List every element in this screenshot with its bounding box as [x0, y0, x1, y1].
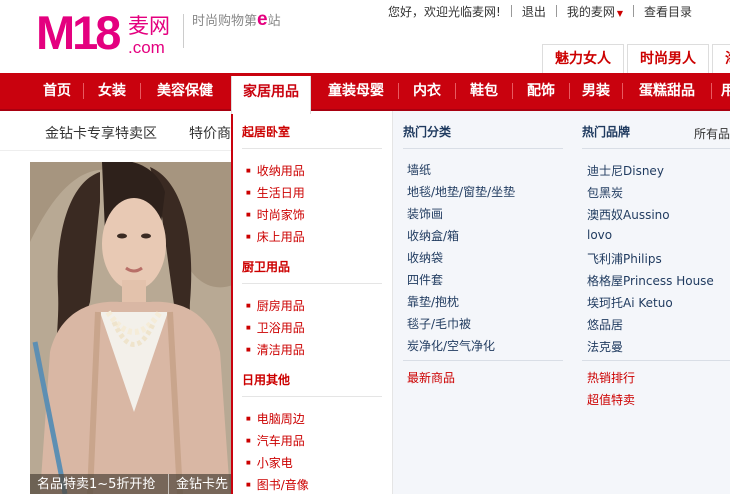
- logo-chinese: 麦网: [128, 14, 170, 38]
- banner-caption-sale[interactable]: 名品特卖1~5折开抢: [37, 473, 155, 492]
- subnav-special-price[interactable]: 特价商: [189, 123, 231, 143]
- hot-category-link[interactable]: 四件套: [407, 271, 443, 288]
- nav-item-more[interactable]: 用: [712, 73, 730, 109]
- site-logo[interactable]: M18 麦网 .com: [36, 8, 176, 60]
- my-m18-label: 我的麦网: [566, 4, 615, 19]
- brand-link[interactable]: 格格屋Princess House: [587, 272, 714, 289]
- hot-category-link[interactable]: 炭净化/空气净化: [407, 337, 495, 354]
- column-rule: [403, 148, 563, 149]
- top-utility-bar: 您好，欢迎光临麦网! 退出 我的麦网 ▼ 查看目录: [388, 3, 692, 19]
- slogan-e: e: [257, 9, 268, 30]
- main-nav: 首页 女装 美容保健 家居用品 童装母婴 内衣 鞋包 配饰 男装 蛋糕甜品 用: [0, 73, 730, 114]
- subnav-gold-card-sale[interactable]: 金钻卡专享特卖区: [45, 123, 157, 143]
- hot-category-link[interactable]: 装饰画: [407, 205, 443, 222]
- nav-item-cakes-desserts[interactable]: 蛋糕甜品: [623, 73, 711, 109]
- nav-item-menswear[interactable]: 男装: [570, 73, 622, 109]
- column-rule: [403, 360, 563, 361]
- category-link[interactable]: 汽车用品: [246, 432, 305, 449]
- nav-item-kids-baby[interactable]: 童装母婴: [314, 73, 398, 109]
- nav-item-accessories[interactable]: 配饰: [513, 73, 569, 109]
- logout-link[interactable]: 退出: [522, 3, 546, 20]
- brand-link[interactable]: 法克曼: [587, 338, 623, 355]
- best-sellers-link[interactable]: 热销排行: [587, 369, 635, 386]
- category-link[interactable]: 厨房用品: [246, 297, 305, 314]
- gender-tabs: 魅力女人 时尚男人 海: [542, 44, 730, 73]
- banner-caption-gold-card[interactable]: 金钻卡先: [176, 473, 228, 492]
- nav-item-underwear[interactable]: 内衣: [399, 73, 455, 109]
- new-products-link[interactable]: 最新商品: [407, 369, 455, 386]
- category-link[interactable]: 电脑周边: [246, 410, 305, 427]
- nav-item-home-goods[interactable]: 家居用品: [231, 76, 311, 114]
- logo-domain: .com: [128, 38, 165, 57]
- nav-item-womens-clothing[interactable]: 女装: [84, 73, 140, 109]
- catalog-link[interactable]: 查看目录: [644, 3, 692, 20]
- category-link[interactable]: 小家电: [246, 454, 293, 471]
- value-deals-link[interactable]: 超值特卖: [587, 391, 635, 408]
- logo-divider: [183, 14, 184, 48]
- category-link[interactable]: 时尚家饰: [246, 206, 305, 223]
- divider: [510, 5, 512, 17]
- category-link[interactable]: 生活日用: [246, 184, 305, 201]
- brand-link[interactable]: 迪士尼Disney: [587, 162, 664, 179]
- tab-overseas[interactable]: 海: [712, 44, 730, 73]
- home-goods-dropdown: 起居卧室 收纳用品 生活日用 时尚家饰 床上用品 厨卫用品 厨房用品 卫浴用品 …: [231, 111, 730, 494]
- nav-item-beauty-health[interactable]: 美容保健: [141, 73, 229, 109]
- brand-link[interactable]: 包黑炭: [587, 184, 623, 201]
- category-title-kitchen-bath[interactable]: 厨卫用品: [242, 258, 290, 275]
- hot-brands-title: 热门品牌: [582, 125, 631, 139]
- logo-mark: M18: [36, 6, 121, 59]
- category-link[interactable]: 卫浴用品: [246, 319, 305, 336]
- category-link[interactable]: 图书/音像: [246, 476, 309, 493]
- nav-item-home[interactable]: 首页: [31, 73, 83, 109]
- site-slogan: 时尚购物第e站: [192, 9, 281, 31]
- hot-category-link[interactable]: 墙纸: [407, 161, 431, 178]
- model-photo: [30, 162, 240, 494]
- dropdown-hot-brands: 热门品牌 所有品 迪士尼Disney 包黑炭 澳西奴Aussino lovo 飞…: [572, 111, 730, 494]
- hot-categories-title: 热门分类: [403, 125, 452, 139]
- hot-category-link[interactable]: 靠垫/抱枕: [407, 293, 459, 310]
- hot-category-link[interactable]: 地毯/地垫/窗垫/坐垫: [407, 183, 515, 200]
- column-rule: [582, 148, 730, 149]
- brand-link[interactable]: 埃珂托Ai Ketuo: [587, 294, 673, 311]
- divider: [633, 5, 634, 17]
- brand-link[interactable]: lovo: [587, 228, 612, 242]
- dropdown-categories: 起居卧室 收纳用品 生活日用 时尚家饰 床上用品 厨卫用品 厨房用品 卫浴用品 …: [233, 111, 393, 494]
- tab-men[interactable]: 时尚男人: [627, 44, 709, 73]
- hot-category-link[interactable]: 收纳袋: [407, 249, 443, 266]
- caret-down-icon: ▼: [616, 8, 623, 18]
- category-rule: [242, 283, 382, 284]
- slogan-prefix: 时尚购物第: [192, 14, 258, 29]
- hot-category-link[interactable]: 收纳盒/箱: [407, 227, 459, 244]
- hero-banner[interactable]: 名品特卖1~5折开抢 金钻卡先: [30, 162, 240, 494]
- category-link[interactable]: 收纳用品: [246, 162, 305, 179]
- divider: [555, 5, 557, 17]
- brand-link[interactable]: 飞利浦Philips: [587, 250, 662, 267]
- category-rule: [242, 396, 382, 397]
- tab-women[interactable]: 魅力女人: [542, 44, 624, 73]
- dropdown-hot-categories: 热门分类 墙纸 地毯/地垫/窗垫/坐垫 装饰画 收纳盒/箱 收纳袋 四件套 靠垫…: [393, 111, 572, 494]
- column-rule: [582, 360, 730, 361]
- category-rule: [242, 148, 382, 149]
- brand-link[interactable]: 悠品居: [587, 316, 623, 333]
- category-title-daily-other[interactable]: 日用其他: [242, 371, 290, 388]
- category-link[interactable]: 床上用品: [246, 228, 305, 245]
- slogan-suffix: 站: [267, 14, 281, 29]
- hot-category-link[interactable]: 毯子/毛巾被: [407, 315, 471, 332]
- category-title-bedroom[interactable]: 起居卧室: [242, 123, 290, 140]
- brand-link[interactable]: 澳西奴Aussino: [587, 206, 670, 223]
- nav-item-shoes-bags[interactable]: 鞋包: [456, 73, 512, 109]
- greeting-text: 您好，欢迎光临麦网!: [388, 4, 501, 19]
- my-m18-menu[interactable]: 我的麦网 ▼: [567, 3, 623, 20]
- all-brands-link[interactable]: 所有品: [694, 125, 730, 142]
- category-link[interactable]: 清洁用品: [246, 341, 305, 358]
- caption-divider: [168, 474, 169, 494]
